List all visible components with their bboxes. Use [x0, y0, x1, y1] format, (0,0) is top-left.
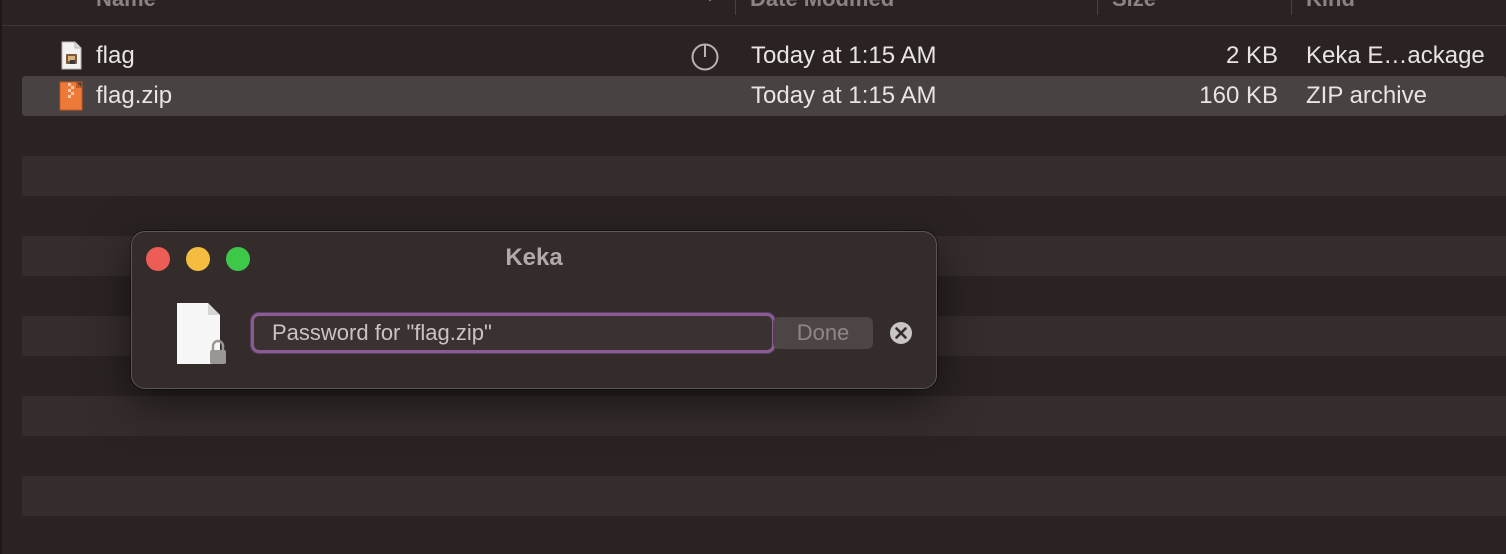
empty-row-stripe [22, 156, 1506, 196]
password-input[interactable] [251, 313, 775, 353]
file-size: 160 KB [1199, 82, 1278, 109]
column-header-size[interactable]: Size [1112, 0, 1156, 12]
sort-chevron-icon[interactable] [700, 0, 720, 4]
file-name: flag [96, 42, 135, 69]
done-button[interactable]: Done [773, 317, 873, 349]
package-document-icon [61, 41, 82, 70]
file-size: 2 KB [1225, 42, 1278, 69]
column-header-name[interactable]: Name [96, 0, 156, 12]
window-edge [0, 0, 2, 554]
file-row-flag-zip[interactable]: flag.zip Today at 1:15 AM 160 KB ZIP arc… [22, 76, 1506, 116]
column-separator [1097, 0, 1098, 15]
zip-archive-icon [59, 81, 83, 111]
file-kind: ZIP archive [1306, 82, 1427, 109]
empty-row-stripe [22, 396, 1506, 436]
file-kind: Keka E…ackage [1306, 42, 1485, 69]
empty-row-stripe [22, 476, 1506, 516]
file-date: Today at 1:15 AM [751, 42, 937, 69]
file-name: flag.zip [96, 82, 173, 109]
column-separator [735, 0, 736, 15]
column-header: Name Date Modified Size Kind [2, 0, 1506, 26]
progress-icon [691, 43, 719, 71]
file-date: Today at 1:15 AM [751, 82, 937, 109]
password-dialog: Keka Done [131, 231, 937, 389]
column-header-date[interactable]: Date Modified [750, 0, 894, 12]
column-header-kind[interactable]: Kind [1306, 0, 1355, 12]
locked-document-icon [177, 303, 226, 364]
dialog-title: Keka [505, 244, 563, 271]
file-row-flag[interactable]: flag Today at 1:15 AM 2 KB Keka E…ackage [22, 36, 1506, 76]
cancel-x-icon[interactable] [889, 321, 913, 345]
column-separator [1291, 0, 1292, 15]
